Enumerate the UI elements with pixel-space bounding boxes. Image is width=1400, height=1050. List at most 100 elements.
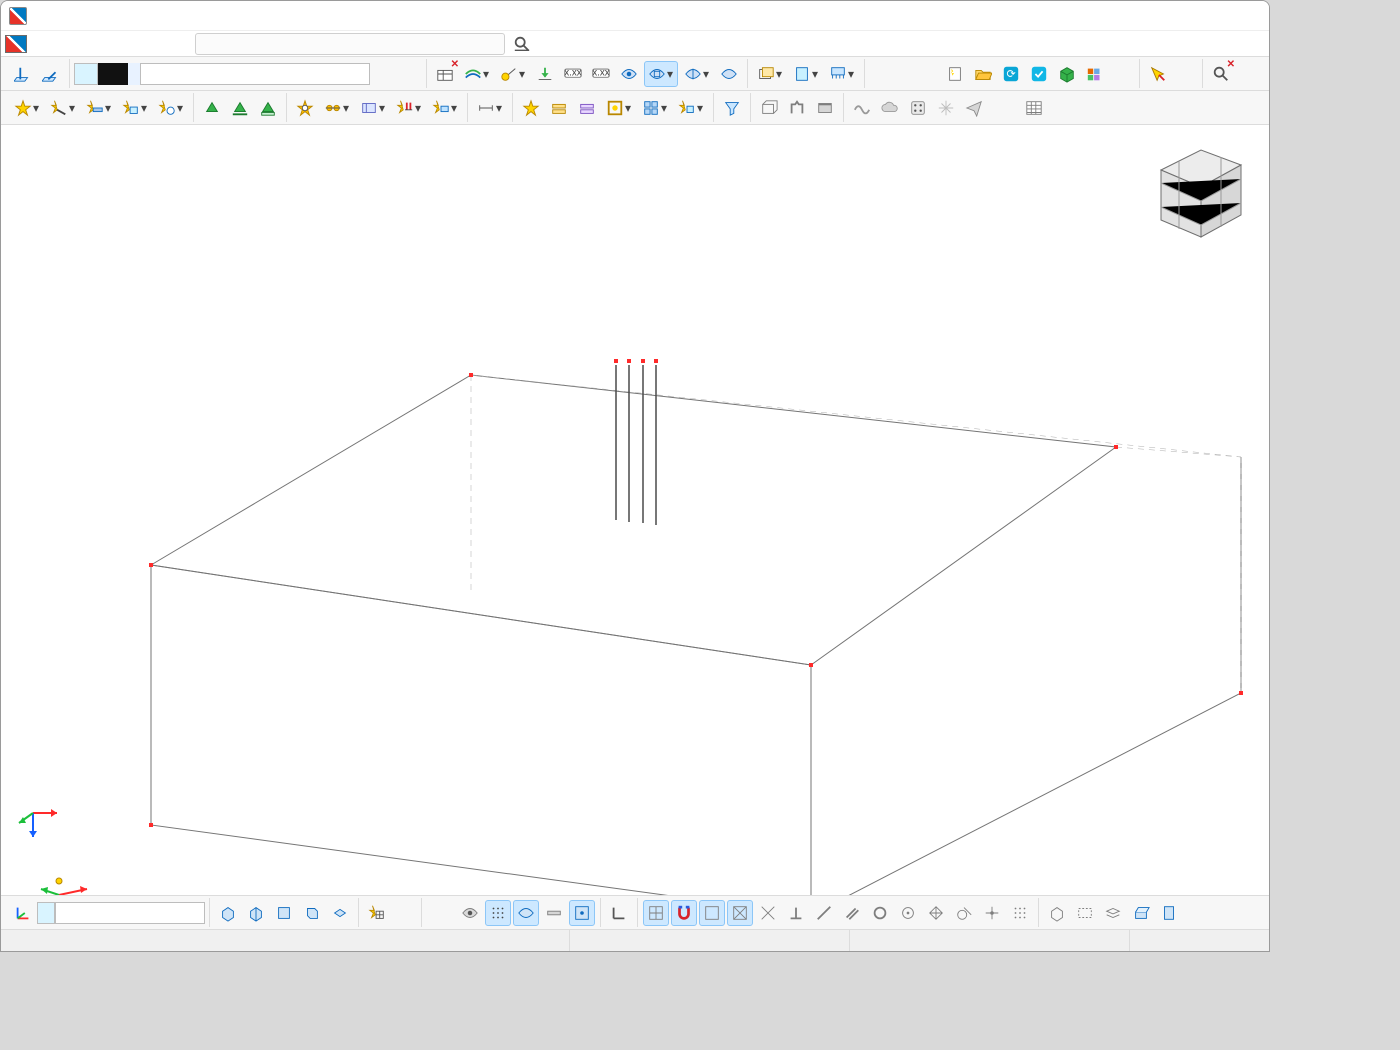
member-set-b-button[interactable] [574, 95, 600, 121]
window-close-button[interactable] [1223, 1, 1269, 30]
snap-tangent-button[interactable] [951, 900, 977, 926]
tb2-table-overflow[interactable] [1049, 95, 1073, 121]
blocks-button[interactable]: ▾ [674, 95, 708, 121]
tb1-overflow-2[interactable] [1173, 61, 1197, 87]
zoom-extents-button[interactable]: ✕ [1208, 61, 1234, 87]
color-swatches-button[interactable] [1082, 61, 1108, 87]
snap-perp-button[interactable] [783, 900, 809, 926]
snap-dotgrid-button[interactable] [1007, 900, 1033, 926]
solid-portal-button[interactable] [784, 95, 810, 121]
check-waves-button[interactable] [849, 95, 875, 121]
search-go-button[interactable] [509, 31, 535, 57]
guide-extrude-button[interactable] [1128, 900, 1154, 926]
vis-sections-button[interactable] [541, 900, 567, 926]
filter-button[interactable] [719, 95, 745, 121]
xxx-label-2-button[interactable]: x.xx [588, 61, 614, 87]
guide-cube-button[interactable] [1044, 900, 1070, 926]
check-cloud-button[interactable] [877, 95, 903, 121]
lc-code-chip[interactable] [128, 63, 140, 85]
cs-combo[interactable] [55, 902, 205, 924]
mdi-restore-button[interactable] [1210, 31, 1234, 57]
menu-results[interactable] [139, 40, 157, 48]
lc-type-chip[interactable] [98, 63, 128, 85]
mesh-overflow[interactable] [392, 900, 416, 926]
snap-magnet-button[interactable] [671, 900, 697, 926]
snap-grid-button[interactable] [643, 900, 669, 926]
snap-center-button[interactable] [895, 900, 921, 926]
snap-intersect-button[interactable] [727, 900, 753, 926]
surface-support-button[interactable] [255, 95, 281, 121]
menu-view[interactable] [67, 40, 85, 48]
render-button[interactable] [812, 95, 838, 121]
lc-name-combo[interactable] [140, 63, 370, 85]
cs-color-swatch[interactable] [37, 902, 55, 924]
tb1-overflow-1[interactable] [1110, 61, 1134, 87]
cs-global-button[interactable] [10, 900, 36, 926]
model-canvas[interactable] [1, 125, 1269, 895]
menu-assign[interactable] [103, 40, 121, 48]
snap-cross-button[interactable] [755, 900, 781, 926]
table-toggle-button[interactable] [1021, 95, 1047, 121]
viewport-3d[interactable] [1, 125, 1269, 895]
snap-circle-button[interactable] [867, 900, 893, 926]
vis-eye-button[interactable] [457, 900, 483, 926]
eye-values-button[interactable] [616, 61, 642, 87]
view-iso-1-button[interactable] [215, 900, 241, 926]
send-button[interactable] [961, 95, 987, 121]
delete-results-button[interactable]: ✕ [432, 61, 458, 87]
view-front-button[interactable] [271, 900, 297, 926]
new-line-button[interactable]: ▾ [46, 95, 80, 121]
window-minimize-button[interactable] [1119, 1, 1165, 30]
lc-next-button[interactable] [397, 61, 421, 87]
guide-sheet-button[interactable] [1156, 900, 1182, 926]
work-plane-xy-button[interactable] [10, 61, 36, 87]
menu-file[interactable] [31, 40, 49, 48]
new-surface-button[interactable]: ▾ [118, 95, 152, 121]
window-maximize-button[interactable] [1171, 1, 1217, 30]
menu-edit[interactable] [49, 40, 67, 48]
hinge-node-button[interactable] [292, 95, 318, 121]
snap-end-button[interactable] [699, 900, 725, 926]
nodes-set-button[interactable] [518, 95, 544, 121]
vis-grid-dots-button[interactable] [485, 900, 511, 926]
navigation-cube[interactable] [1141, 135, 1251, 245]
grid-button[interactable]: ▾ [638, 95, 672, 121]
view-side-button[interactable] [299, 900, 325, 926]
menu-insert[interactable] [85, 40, 103, 48]
tb1-overflow-3[interactable] [1236, 61, 1260, 87]
line-support-button[interactable] [227, 95, 253, 121]
menubar-app-icon[interactable] [5, 35, 27, 53]
load-comb-button[interactable]: ▾ [753, 61, 787, 87]
new-model-button[interactable] [942, 61, 968, 87]
mdi-minimize-button[interactable] [1180, 31, 1204, 57]
dice-button[interactable] [905, 95, 931, 121]
lc-color-swatch[interactable] [74, 63, 98, 85]
load-dist-button[interactable]: ▾ [825, 61, 859, 87]
result-deform-button[interactable]: ▾ [460, 61, 494, 87]
snap-diamond-button[interactable] [923, 900, 949, 926]
work-plane-xz-button[interactable] [38, 61, 64, 87]
eye-split-button[interactable] [716, 61, 742, 87]
package-button[interactable] [1054, 61, 1080, 87]
tb2-overflow[interactable] [989, 95, 1013, 121]
support-reaction-button[interactable] [532, 61, 558, 87]
cloud-blue-button[interactable]: ⟳ [998, 61, 1024, 87]
xxx-label-1-button[interactable]: x.xx [560, 61, 586, 87]
lc-prev-button[interactable] [371, 61, 395, 87]
eye-grid-button[interactable]: ▾ [644, 61, 678, 87]
member-set-a-button[interactable] [546, 95, 572, 121]
menu-overflow-button[interactable] [175, 41, 191, 47]
guide-layers-button[interactable] [1100, 900, 1126, 926]
stiffness-button[interactable]: ▾ [356, 95, 390, 121]
load-surface-button[interactable]: ▾ [428, 95, 462, 121]
new-node-button[interactable]: ▾ [10, 95, 44, 121]
ucs-corner-button[interactable] [606, 900, 632, 926]
result-force-n-button[interactable]: ▾ [496, 61, 530, 87]
new-opening-button[interactable]: ▾ [154, 95, 188, 121]
mdi-close-button[interactable] [1240, 31, 1264, 57]
snap-parallel-button[interactable] [839, 900, 865, 926]
hinge-line-button[interactable]: ▾ [320, 95, 354, 121]
dimension-button[interactable]: ▾ [473, 95, 507, 121]
view-iso-2-button[interactable] [243, 900, 269, 926]
view-top-button[interactable] [327, 900, 353, 926]
